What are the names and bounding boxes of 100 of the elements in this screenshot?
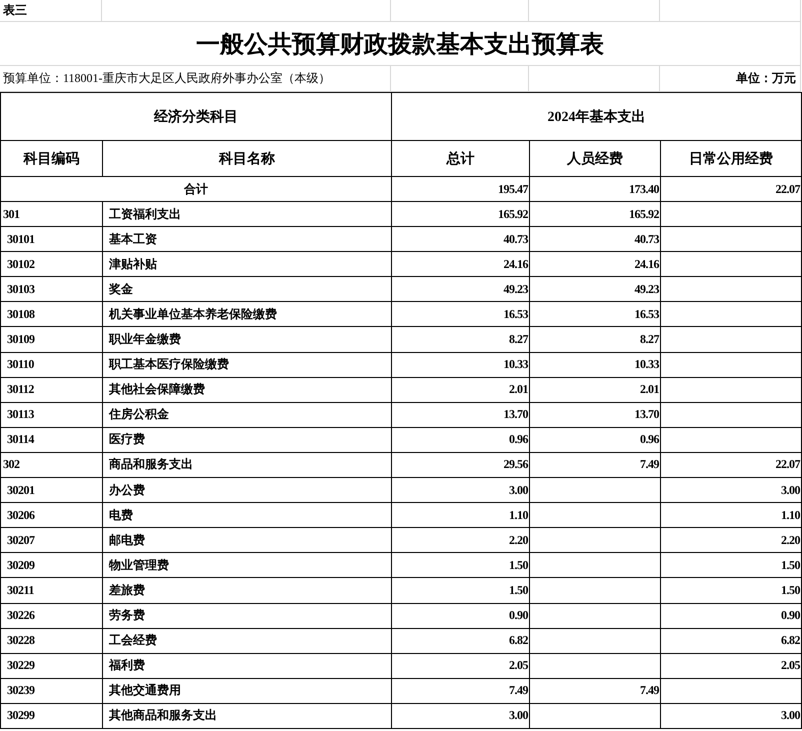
- name-cell: 商品和服务支出: [103, 452, 392, 478]
- code-cell: 30112: [1, 378, 103, 403]
- amount-cell: 2.20: [661, 528, 802, 554]
- code-cell: 30228: [1, 628, 103, 654]
- name-cell: 工资福利支出: [103, 202, 392, 228]
- amount-cell: 6.82: [392, 628, 530, 654]
- name-cell: 其他社会保障缴费: [103, 378, 392, 403]
- amount-cell: 16.53: [392, 302, 530, 328]
- amount-cell: 195.47: [392, 177, 530, 202]
- amount-cell: 3.00: [661, 704, 802, 729]
- amount-cell: 49.23: [530, 277, 661, 302]
- amount-cell: 173.40: [530, 177, 661, 202]
- column-header: 科目编码: [1, 141, 103, 177]
- amount-cell: 165.92: [530, 202, 661, 228]
- amount-cell: 0.90: [392, 604, 530, 629]
- code-cell: 30299: [1, 704, 103, 729]
- amount-cell: 22.07: [661, 177, 802, 202]
- name-cell: 津贴补贴: [103, 252, 392, 278]
- code-cell: 30113: [1, 402, 103, 428]
- amount-cell: 40.73: [392, 227, 530, 252]
- code-cell: 30102: [1, 252, 103, 278]
- amount-cell: 3.00: [661, 478, 802, 504]
- code-cell: 30110: [1, 352, 103, 378]
- amount-cell: 13.70: [392, 402, 530, 428]
- amount-cell: 2.05: [661, 654, 802, 679]
- code-cell: 30229: [1, 654, 103, 679]
- name-cell: 劳务费: [103, 604, 392, 629]
- name-cell: 奖金: [103, 277, 392, 302]
- code-cell: 30109: [1, 327, 103, 353]
- amount-cell: 22.07: [661, 452, 802, 478]
- amount-cell: 1.50: [661, 578, 802, 604]
- name-cell: 办公费: [103, 478, 392, 504]
- column-header: 人员经费: [530, 141, 661, 177]
- amount-cell: 16.53: [530, 302, 661, 328]
- amount-cell: 10.33: [530, 352, 661, 378]
- name-cell: 基本工资: [103, 227, 392, 252]
- total-label: 合计: [1, 177, 392, 202]
- amount-cell: 165.92: [392, 202, 530, 228]
- amount-cell: 13.70: [530, 402, 661, 428]
- amount-cell: 2.01: [530, 378, 661, 403]
- amount-cell: 2.01: [392, 378, 530, 403]
- code-cell: 301: [1, 202, 103, 228]
- table-label: 表三: [0, 0, 102, 22]
- code-cell: 30207: [1, 528, 103, 554]
- name-cell: 邮电费: [103, 528, 392, 554]
- amount-cell: 6.82: [661, 628, 802, 654]
- code-cell: 30108: [1, 302, 103, 328]
- amount-cell: 49.23: [392, 277, 530, 302]
- name-cell: 工会经费: [103, 628, 392, 654]
- amount-cell: 7.49: [530, 452, 661, 478]
- amount-cell: 24.16: [392, 252, 530, 278]
- code-cell: 30206: [1, 503, 103, 528]
- amount-cell: 3.00: [392, 478, 530, 504]
- amount-cell: 1.50: [392, 553, 530, 578]
- column-group-header: 2024年基本支出: [392, 93, 802, 141]
- name-cell: 差旅费: [103, 578, 392, 604]
- report-title: 一般公共预算财政拨款基本支出预算表: [0, 22, 801, 66]
- amount-cell: 1.10: [392, 503, 530, 528]
- name-cell: 其他商品和服务支出: [103, 704, 392, 729]
- amount-cell: 2.20: [392, 528, 530, 554]
- name-cell: 其他交通费用: [103, 678, 392, 704]
- code-cell: 30103: [1, 277, 103, 302]
- amount-cell: 7.49: [392, 678, 530, 704]
- code-cell: 30239: [1, 678, 103, 704]
- column-header: 科目名称: [103, 141, 392, 177]
- amount-cell: 8.27: [530, 327, 661, 353]
- name-cell: 住房公积金: [103, 402, 392, 428]
- amount-cell: 1.50: [392, 578, 530, 604]
- code-cell: 30201: [1, 478, 103, 504]
- column-header: 总计: [392, 141, 530, 177]
- amount-cell: 7.49: [530, 678, 661, 704]
- name-cell: 物业管理费: [103, 553, 392, 578]
- amount-cell: 3.00: [392, 704, 530, 729]
- column-header: 日常公用经费: [661, 141, 802, 177]
- column-group-header: 经济分类科目: [1, 93, 392, 141]
- amount-cell: 40.73: [530, 227, 661, 252]
- name-cell: 电费: [103, 503, 392, 528]
- amount-cell: 2.05: [392, 654, 530, 679]
- name-cell: 职工基本医疗保险缴费: [103, 352, 392, 378]
- amount-cell: 0.96: [392, 428, 530, 453]
- code-cell: 30226: [1, 604, 103, 629]
- code-cell: 30211: [1, 578, 103, 604]
- amount-cell: 24.16: [530, 252, 661, 278]
- unit-label: 单位：万元: [660, 66, 801, 92]
- amount-cell: 0.96: [530, 428, 661, 453]
- amount-cell: 1.10: [661, 503, 802, 528]
- name-cell: 职业年金缴费: [103, 327, 392, 353]
- name-cell: 福利费: [103, 654, 392, 679]
- code-cell: 30209: [1, 553, 103, 578]
- code-cell: 30101: [1, 227, 103, 252]
- name-cell: 医疗费: [103, 428, 392, 453]
- code-cell: 302: [1, 452, 103, 478]
- amount-cell: 0.90: [661, 604, 802, 629]
- amount-cell: 1.50: [661, 553, 802, 578]
- budget-unit-text: 预算单位：118001-重庆市大足区人民政府外事办公室（本级）: [0, 66, 391, 92]
- amount-cell: 29.56: [392, 452, 530, 478]
- amount-cell: 8.27: [392, 327, 530, 353]
- code-cell: 30114: [1, 428, 103, 453]
- name-cell: 机关事业单位基本养老保险缴费: [103, 302, 392, 328]
- amount-cell: 10.33: [392, 352, 530, 378]
